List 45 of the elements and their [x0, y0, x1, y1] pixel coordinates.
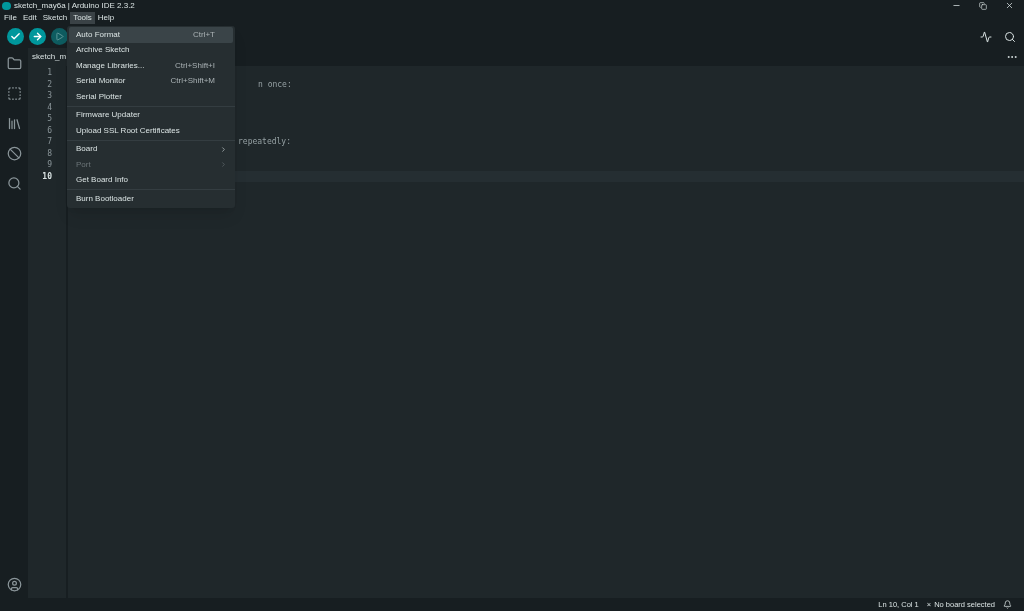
- line-number: 5: [46, 113, 53, 125]
- code-line: n once:: [258, 79, 292, 89]
- upload-button[interactable]: [29, 28, 46, 45]
- menu-option[interactable]: Serial Monitor Ctrl+Shift+M: [69, 73, 233, 89]
- menu-option[interactable]: Serial Plotter: [69, 89, 233, 105]
- menu-option[interactable]: Manage Libraries... Ctrl+Shift+I: [69, 58, 233, 74]
- line-number: 6: [46, 124, 53, 136]
- folder-icon[interactable]: [6, 56, 22, 71]
- menu-item[interactable]: File: [1, 12, 20, 24]
- play-icon: [55, 32, 64, 41]
- code-line: repeatedly:: [238, 137, 291, 146]
- line-number: 7: [46, 136, 53, 148]
- board-icon[interactable]: [6, 86, 22, 101]
- menu-option[interactable]: Firmware Updater: [69, 107, 233, 123]
- menu-option[interactable]: Auto Format Ctrl+T: [69, 27, 233, 43]
- arrow-right-icon: [32, 31, 43, 42]
- serial-plotter-icon[interactable]: [980, 30, 992, 43]
- menu-option[interactable]: Upload SSL Root Certificates: [69, 123, 233, 139]
- profile-icon[interactable]: [6, 577, 22, 592]
- menu-item[interactable]: Edit: [19, 12, 40, 24]
- verify-button[interactable]: [7, 28, 24, 45]
- line-number: 8: [46, 147, 53, 159]
- menu-option[interactable]: Get Board Info: [69, 172, 233, 188]
- serial-monitor-icon[interactable]: [1004, 30, 1016, 43]
- menu-option[interactable]: Burn Bootloader: [69, 191, 233, 207]
- file-tab[interactable]: sketch_m: [28, 48, 69, 66]
- menu-item[interactable]: Tools: [70, 12, 95, 24]
- restore-icon[interactable]: [979, 1, 987, 10]
- line-number: 10: [41, 170, 53, 182]
- search-icon[interactable]: [6, 176, 22, 191]
- check-icon: [10, 31, 21, 42]
- line-number: 4: [46, 101, 53, 113]
- window-title: sketch_may6a | Arduino IDE 2.3.2: [14, 0, 135, 12]
- menu-item[interactable]: Help: [94, 12, 118, 24]
- line-number: 1: [46, 67, 53, 79]
- app-logo-icon: [2, 1, 11, 10]
- line-number: 9: [46, 159, 53, 171]
- line-number: 3: [46, 90, 53, 102]
- menu-option[interactable]: Archive Sketch: [69, 42, 233, 58]
- menu-item[interactable]: Sketch: [39, 12, 71, 24]
- menu-option[interactable]: Board: [69, 141, 233, 157]
- notification-icon[interactable]: [1003, 600, 1012, 609]
- line-number: 2: [46, 78, 53, 90]
- library-icon[interactable]: [6, 116, 22, 131]
- close-icon[interactable]: [1005, 1, 1014, 10]
